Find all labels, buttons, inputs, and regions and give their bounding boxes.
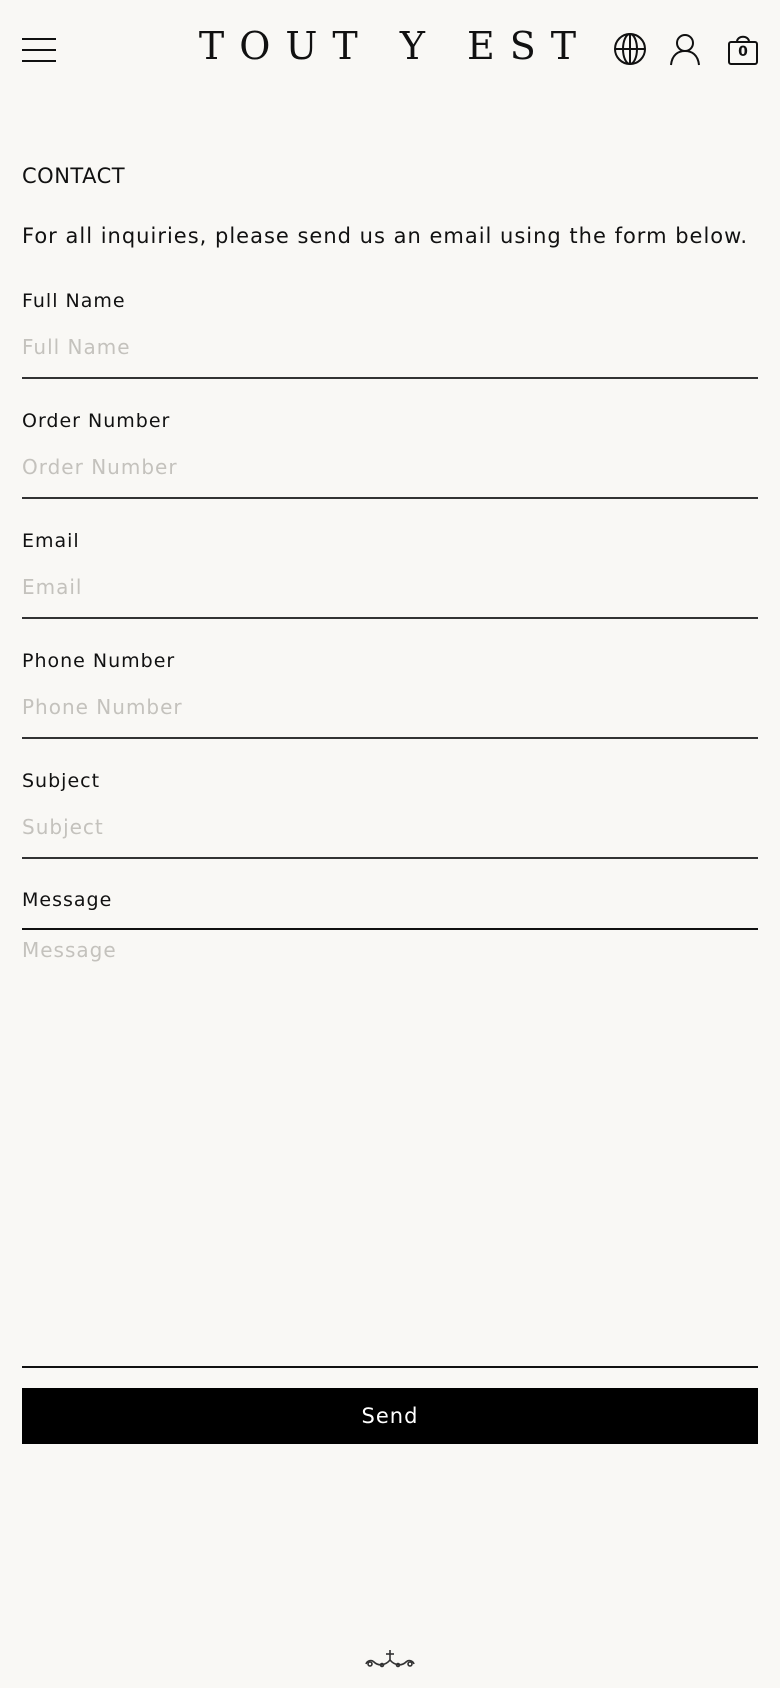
full-name-group: Full Name [22, 289, 758, 379]
order-number-label: Order Number [22, 410, 171, 432]
phone-number-input[interactable] [22, 685, 758, 739]
phone-number-label: Phone Number [22, 650, 176, 672]
fleuron-ornament-icon [360, 1648, 420, 1672]
email-label: Email [22, 530, 80, 552]
send-button[interactable]: Send [22, 1388, 758, 1444]
phone-number-group: Phone Number [22, 649, 758, 739]
subject-input[interactable] [22, 805, 758, 859]
intro-text: For all inquiries, please send us an ema… [22, 224, 749, 248]
full-name-input[interactable] [22, 325, 758, 379]
shopping-bag-icon[interactable]: 0 [724, 30, 762, 68]
site-logo[interactable]: TOUT Y EST [0, 24, 780, 68]
contact-page: TOUT Y EST 0 CONTACT For all inquiries, … [0, 0, 780, 1688]
subject-group: Subject [22, 769, 758, 859]
order-number-input[interactable] [22, 445, 758, 499]
site-header: TOUT Y EST 0 [0, 0, 780, 100]
message-label: Message [22, 889, 113, 911]
order-number-group: Order Number [22, 409, 758, 499]
cart-count-badge: 0 [738, 44, 748, 60]
email-input[interactable] [22, 565, 758, 619]
globe-icon[interactable] [611, 30, 649, 68]
contact-intro: CONTACT For all inquiries, please send u… [22, 160, 758, 252]
email-group: Email [22, 529, 758, 619]
page-title: CONTACT [22, 164, 126, 188]
message-group: Message [22, 888, 758, 1368]
message-textarea[interactable] [22, 928, 758, 1368]
full-name-label: Full Name [22, 290, 126, 312]
subject-label: Subject [22, 770, 101, 792]
user-icon[interactable] [666, 30, 704, 68]
